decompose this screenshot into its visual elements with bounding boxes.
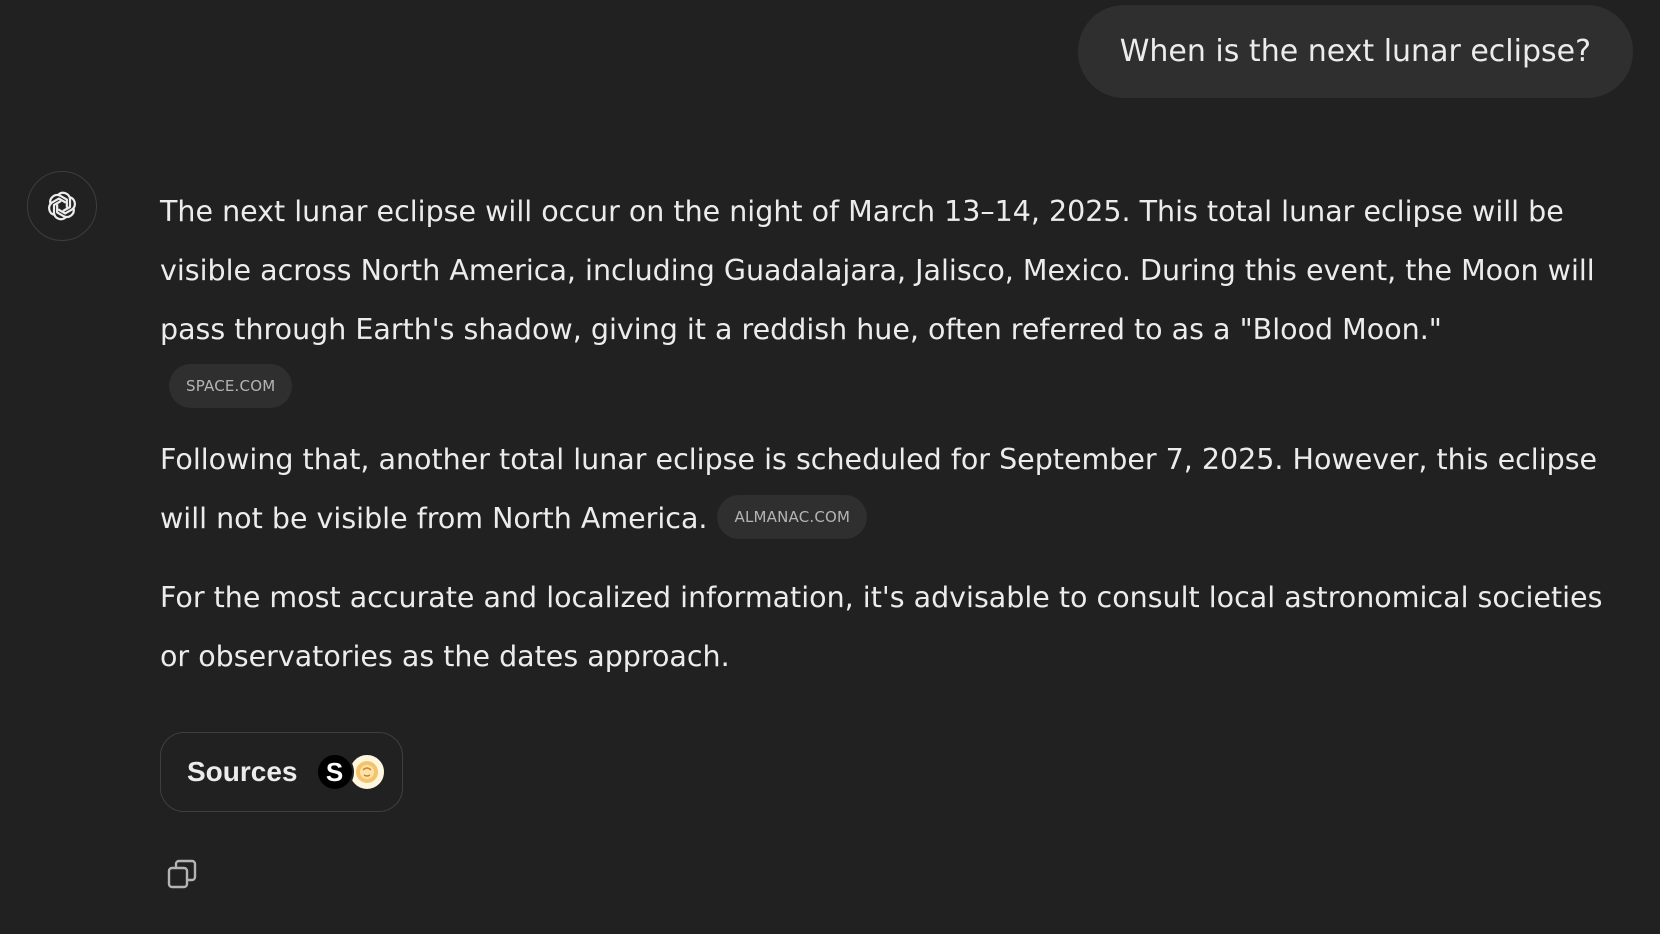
- answer-paragraph-1: The next lunar eclipse will occur on the…: [160, 182, 1625, 359]
- copy-button[interactable]: [160, 852, 204, 896]
- copy-icon: [167, 859, 197, 889]
- citation-chip-space[interactable]: SPACE.COM: [169, 363, 293, 408]
- paragraph-text: For the most accurate and localized info…: [160, 581, 1603, 673]
- source-favicons: S: [315, 753, 386, 791]
- assistant-avatar: [27, 171, 97, 241]
- sources-button[interactable]: Sources S: [160, 732, 403, 812]
- space-favicon-icon: S: [315, 753, 354, 791]
- user-message-text: When is the next lunar eclipse?: [1119, 34, 1591, 69]
- citation-chip-almanac[interactable]: ALMANAC.COM: [717, 495, 868, 539]
- sources-label: Sources: [187, 756, 298, 787]
- user-message-bubble: When is the next lunar eclipse?: [1077, 5, 1633, 98]
- citation-line: SPACE.COM: [160, 363, 1625, 412]
- chat-page: When is the next lunar eclipse? The next…: [0, 0, 1660, 934]
- openai-logo-icon: [48, 191, 76, 221]
- answer-paragraph-3: For the most accurate and localized info…: [160, 568, 1625, 686]
- paragraph-text: Following that, another total lunar ecli…: [160, 443, 1598, 535]
- assistant-answer: The next lunar eclipse will occur on the…: [160, 182, 1625, 686]
- paragraph-text: The next lunar eclipse will occur on the…: [160, 195, 1595, 346]
- answer-paragraph-2: Following that, another total lunar ecli…: [160, 430, 1625, 548]
